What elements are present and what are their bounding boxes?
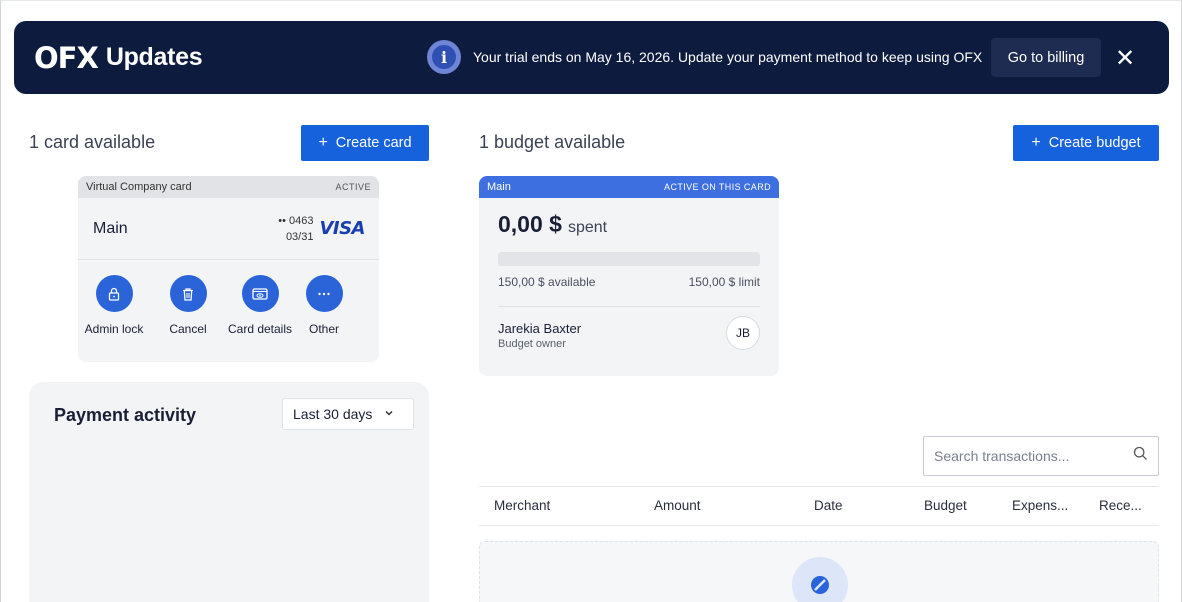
budget-owner: Jarekia Baxter Budget owner JB: [498, 306, 760, 350]
column-date[interactable]: Date: [814, 487, 843, 525]
payment-activity-title: Payment activity: [54, 405, 197, 425]
card-last4: •• 0463: [278, 214, 314, 227]
budget-limit: 150,00 $ limit: [688, 275, 760, 289]
trial-message: Your trial ends on May 16, 2026. Update …: [473, 49, 983, 65]
empty-transactions: [479, 541, 1159, 602]
close-banner-icon[interactable]: ✕: [1112, 43, 1138, 73]
column-expense[interactable]: Expens...: [1012, 487, 1068, 525]
empty-state-icon: [792, 557, 848, 602]
search-box: [923, 436, 1159, 476]
card-status-badge: ACTIVE: [335, 182, 371, 192]
owner-role: Budget owner: [498, 338, 566, 350]
plus-icon: +: [1031, 134, 1041, 151]
admin-lock-label: Admin lock: [84, 322, 144, 336]
card-body: Main •• 0463 03/31 VISA: [78, 198, 379, 260]
search-input[interactable]: [934, 448, 1133, 464]
lock-icon: [95, 275, 133, 312]
column-merchant[interactable]: Merchant: [494, 487, 550, 525]
plus-icon: +: [318, 134, 328, 151]
date-range-select[interactable]: Last 30 days: [282, 398, 414, 430]
card-header: Virtual Company card ACTIVE: [78, 176, 379, 198]
spent-label: spent: [567, 219, 608, 236]
card-expiry: 03/31: [285, 230, 314, 243]
card-details-label: Card details: [227, 322, 293, 336]
cards-heading: 1 card available: [29, 132, 156, 152]
budget-available: 150,00 $ available: [498, 275, 596, 289]
card-details-action[interactable]: Card details: [224, 275, 296, 336]
updates-banner: OFX Updates i Your trial ends on May 16,…: [14, 21, 1169, 94]
date-range-value: Last 30 days: [293, 406, 373, 422]
budget-status-badge: ACTIVE ON THIS CARD: [664, 182, 771, 192]
trash-icon: [169, 275, 207, 312]
budget-header: Main ACTIVE ON THIS CARD: [479, 176, 779, 198]
budgets-heading: 1 budget available: [479, 132, 626, 152]
budget-name: Main: [487, 181, 511, 193]
admin-lock-action[interactable]: Admin lock: [78, 275, 150, 336]
search-icon[interactable]: [1133, 446, 1148, 466]
info-icon: i: [427, 40, 461, 74]
owner-name: Jarekia Baxter: [498, 321, 582, 336]
card-type: Virtual Company card: [86, 181, 192, 193]
card-eye-icon: [241, 275, 279, 312]
brand: OFX Updates: [34, 21, 203, 94]
column-budget[interactable]: Budget: [924, 487, 967, 525]
payment-activity-panel: Payment activity Last 30 days: [29, 382, 429, 602]
banner-title: Updates: [105, 43, 203, 71]
create-budget-button[interactable]: + Create budget: [1013, 125, 1159, 161]
go-to-billing-button[interactable]: Go to billing: [991, 38, 1101, 77]
budget-widget[interactable]: Main ACTIVE ON THIS CARD 0,00 $ spent 15…: [479, 176, 779, 376]
create-card-button[interactable]: + Create card: [301, 125, 429, 161]
spent-amount: 0,00 $: [498, 211, 562, 237]
column-receipt[interactable]: Rece...: [1099, 487, 1142, 525]
column-amount[interactable]: Amount: [654, 487, 701, 525]
visa-logo: VISA: [319, 218, 365, 239]
card-actions: Admin lock Cancel Card details Other: [78, 260, 379, 336]
create-budget-label: Create budget: [1048, 135, 1141, 151]
budget-progress-bar: [498, 252, 760, 266]
chevron-down-icon: [384, 408, 394, 421]
app-frame: OFX Updates i Your trial ends on May 16,…: [0, 0, 1182, 602]
cancel-card-action[interactable]: Cancel: [156, 275, 220, 336]
card-widget[interactable]: Virtual Company card ACTIVE Main •• 0463…: [78, 176, 379, 362]
create-card-label: Create card: [335, 135, 412, 151]
cancel-label: Cancel: [169, 322, 207, 336]
more-icon: [305, 275, 343, 312]
card-name: Main: [93, 219, 128, 237]
other-label: Other: [308, 322, 339, 336]
ofx-logo: OFX: [34, 40, 99, 75]
other-action[interactable]: Other: [296, 275, 352, 336]
transactions-table-header: Merchant Amount Date Budget Expens... Re…: [479, 486, 1159, 526]
avatar[interactable]: JB: [726, 315, 760, 350]
